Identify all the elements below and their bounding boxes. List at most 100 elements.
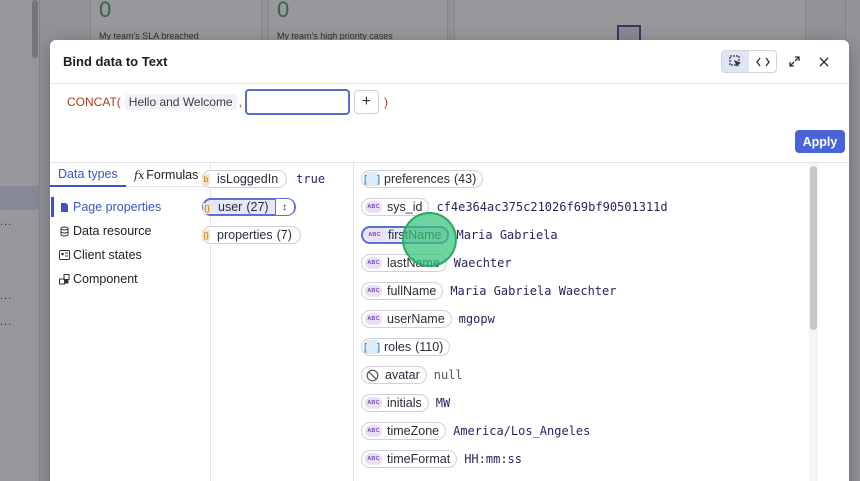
object-icon: {} <box>202 230 210 241</box>
bind-data-modal: Bind data to Text CONCAT( Hello and Welc… <box>50 40 849 481</box>
field-key: fullName <box>387 284 437 298</box>
tab-formulas-label: Formulas <box>146 168 199 182</box>
tab-data-types[interactable]: Data types <box>50 163 126 187</box>
code-icon[interactable] <box>749 51 776 72</box>
nav-item-label: Client states <box>73 248 142 262</box>
formula-editor: CONCAT( Hello and Welcome , + ) <box>67 88 388 115</box>
field-key: avatar <box>385 368 420 382</box>
field-row-preferences[interactable]: [ ] preferences (43) <box>361 169 484 189</box>
field-pill[interactable]: ABC fullName <box>361 282 444 300</box>
data-source-nav: Data types fx Formulas Page properties D… <box>50 163 211 481</box>
property-count: (27) <box>246 200 269 214</box>
close-icon[interactable] <box>811 50 837 73</box>
field-pill[interactable]: ABC userName <box>361 310 452 328</box>
page-icon <box>58 202 70 213</box>
string-icon: ABC <box>365 453 382 465</box>
field-key: roles <box>384 340 412 354</box>
database-icon <box>58 226 70 237</box>
field-count: (110) <box>415 340 444 354</box>
property-row-properties[interactable]: {} properties (7) <box>202 225 301 245</box>
field-key: preferences <box>384 172 451 186</box>
formula-close-paren: ) <box>383 94 388 109</box>
fx-icon: fx <box>134 168 145 182</box>
cursor-select-icon[interactable] <box>722 51 749 72</box>
add-argument-button[interactable]: + <box>353 89 379 114</box>
array-icon: [ ] <box>362 172 382 186</box>
formula-argument-input[interactable] <box>244 88 350 115</box>
click-indicator <box>402 212 457 267</box>
object-icon: {} <box>203 203 211 214</box>
field-pill[interactable]: [ ] preferences (43) <box>361 170 484 188</box>
field-row-time-format[interactable]: ABC timeFormat HH:mm:ss <box>361 449 522 469</box>
header-divider <box>50 83 849 84</box>
field-row-avatar[interactable]: avatar null <box>361 365 463 385</box>
nav-item-component[interactable]: Component <box>50 268 210 290</box>
field-row-user-name[interactable]: ABC userName mgopw <box>361 309 495 329</box>
property-pill[interactable]: b isLoggedIn <box>202 170 288 188</box>
fields-scrollbar-thumb[interactable] <box>810 166 817 330</box>
property-count: (7) <box>276 228 292 242</box>
string-icon: ABC <box>366 229 383 241</box>
string-icon: ABC <box>365 285 382 297</box>
modal-title: Bind data to Text <box>63 54 168 69</box>
expand-icon[interactable] <box>781 50 807 73</box>
client-states-icon <box>58 250 70 260</box>
field-value: MW <box>435 396 451 410</box>
field-pill[interactable]: avatar <box>361 366 427 384</box>
expand-collapse-icon[interactable]: ↕ <box>274 199 294 215</box>
modal-header-tools <box>721 50 837 73</box>
field-row-time-zone[interactable]: ABC timeZone America/Los_Angeles <box>361 421 590 441</box>
array-icon: [ ] <box>362 340 382 354</box>
boolean-icon: b <box>202 174 210 185</box>
field-value: Maria Gabriela Waechter <box>450 284 617 298</box>
field-key: initials <box>387 396 422 410</box>
formula-function-name: CONCAT( <box>67 94 121 109</box>
field-value: mgopw <box>458 312 495 326</box>
field-row-first-name[interactable]: ABC firstName Maria Gabriela <box>361 225 558 245</box>
property-value: true <box>296 172 326 186</box>
nav-item-data-resource[interactable]: Data resource <box>50 220 210 242</box>
field-pill[interactable]: ABC timeZone <box>361 422 447 440</box>
field-key: sys_id <box>387 200 423 214</box>
field-pill[interactable]: [ ] roles (110) <box>361 338 451 356</box>
field-row-full-name[interactable]: ABC fullName Maria Gabriela Waechter <box>361 281 617 301</box>
formula-separator: , <box>238 94 242 109</box>
field-pill[interactable]: ABC timeFormat <box>361 450 458 468</box>
field-value: America/Los_Angeles <box>453 424 591 438</box>
string-icon: ABC <box>365 313 382 325</box>
nav-item-label: Component <box>73 272 138 286</box>
nav-tabs: Data types fx Formulas <box>50 163 210 187</box>
apply-button[interactable]: Apply <box>795 130 845 153</box>
property-row-user[interactable]: {} user (27) ↕ <box>202 197 296 217</box>
formula-argument-chip[interactable]: Hello and Welcome <box>124 93 237 110</box>
nav-item-label: Page properties <box>73 200 162 214</box>
string-icon: ABC <box>365 425 382 437</box>
field-value: cf4e364ac375c21026f69bf90501311d <box>436 200 668 214</box>
string-icon: ABC <box>365 201 382 213</box>
view-mode-toggle <box>721 50 777 73</box>
property-key: user <box>218 200 243 214</box>
field-row-roles[interactable]: [ ] roles (110) <box>361 337 451 357</box>
field-pill[interactable]: ABC initials <box>361 394 429 412</box>
nav-item-page-properties[interactable]: Page properties <box>50 196 210 218</box>
tab-formulas[interactable]: fx Formulas <box>126 163 198 187</box>
component-icon <box>58 273 70 285</box>
string-icon: ABC <box>365 257 382 269</box>
property-pill-selected[interactable]: {} user (27) ↕ <box>202 198 296 216</box>
field-row-sys-id[interactable]: ABC sys_id cf4e364ac375c21026f69bf905013… <box>361 197 668 217</box>
nav-item-client-states[interactable]: Client states <box>50 244 210 266</box>
field-value: Maria Gabriela <box>456 228 558 242</box>
field-value: HH:mm:ss <box>464 452 522 466</box>
field-value: null <box>433 368 463 382</box>
field-count: (43) <box>454 172 477 186</box>
nav-item-label: Data resource <box>73 224 152 238</box>
field-row-initials[interactable]: ABC initials MW <box>361 393 450 413</box>
property-pill[interactable]: {} properties (7) <box>202 226 301 244</box>
field-value: Waechter <box>453 256 512 270</box>
null-icon <box>365 368 380 383</box>
property-row-is-logged-in[interactable]: b isLoggedIn true <box>202 169 325 189</box>
property-key: properties <box>217 228 273 242</box>
field-key: timeZone <box>387 424 440 438</box>
string-icon: ABC <box>365 397 382 409</box>
page-properties-column: b isLoggedIn true {} user (27) ↕ {} prop… <box>202 163 354 481</box>
